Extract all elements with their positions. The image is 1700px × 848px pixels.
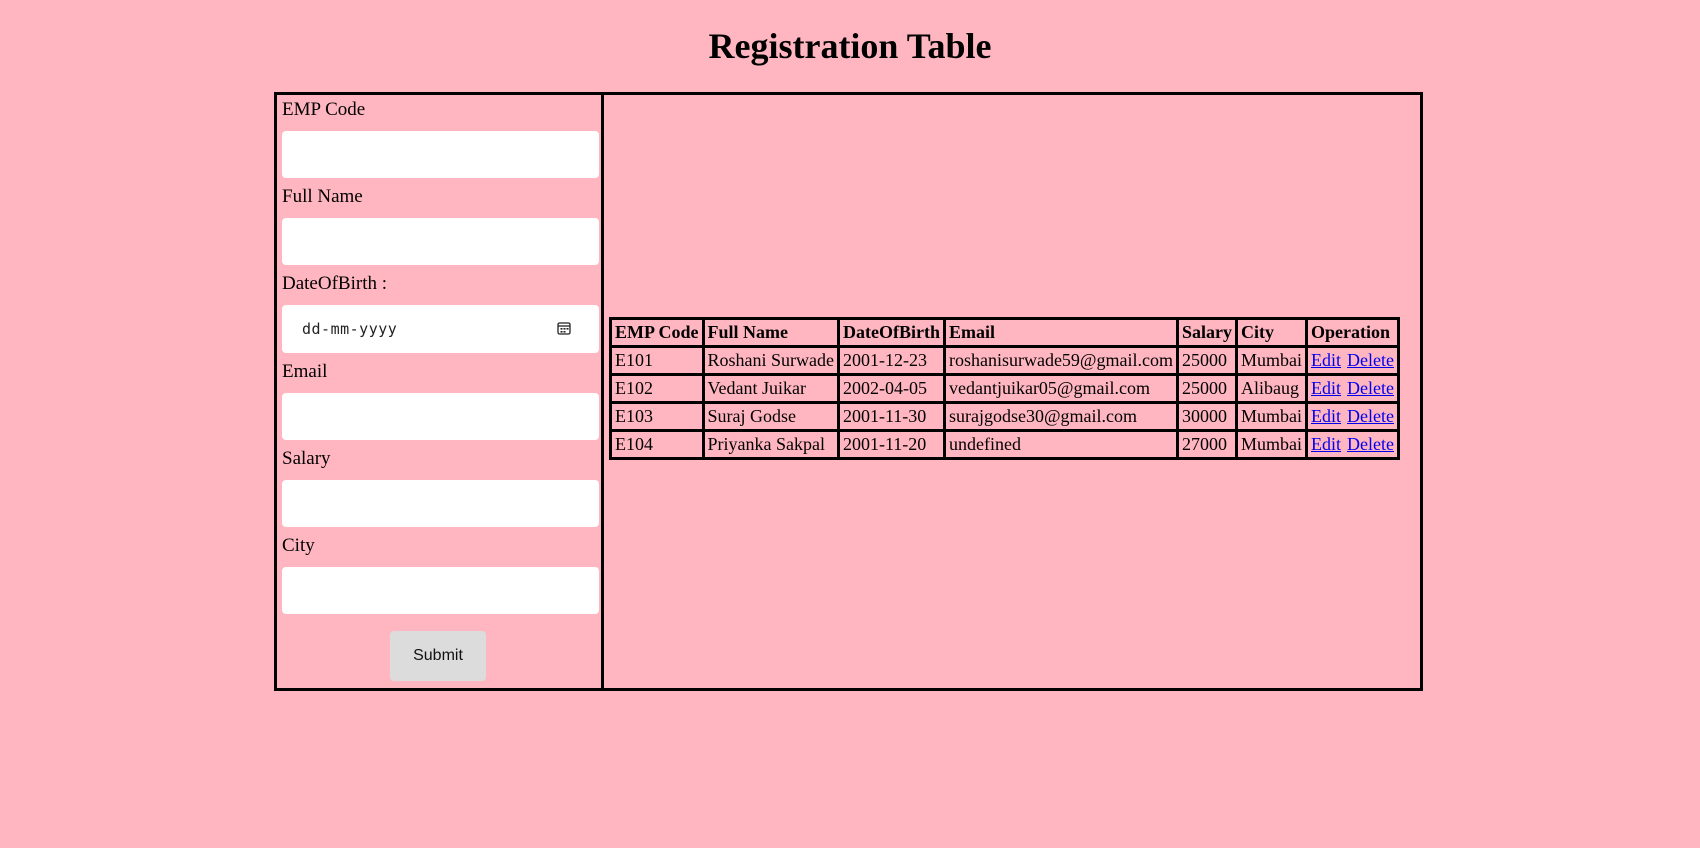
cell-operation: Edit Delete (1305, 345, 1400, 376)
submit-button[interactable]: Submit (390, 631, 486, 681)
cell-full-name: Priyanka Sakpal (701, 429, 840, 460)
cell-city: Mumbai (1235, 429, 1309, 460)
registration-form: EMP Code Full Name DateOfBirth : Email S… (277, 95, 604, 688)
edit-link[interactable]: Edit (1311, 378, 1341, 398)
delete-link[interactable]: Delete (1347, 406, 1394, 426)
edit-link[interactable]: Edit (1311, 406, 1341, 426)
cell-city: Alibaug (1235, 373, 1309, 404)
cell-city: Mumbai (1235, 401, 1309, 432)
email-input[interactable] (282, 393, 599, 440)
table-row: E101 Roshani Surwade 2001-12-23 roshanis… (609, 345, 1400, 376)
table-header-row: EMP Code Full Name DateOfBirth Email Sal… (609, 317, 1400, 348)
dob-input[interactable] (282, 305, 599, 353)
header-operation: Operation (1305, 317, 1400, 348)
page-title: Registration Table (708, 26, 992, 66)
cell-full-name: Suraj Godse (701, 401, 840, 432)
registration-layout-table: EMP Code Full Name DateOfBirth : Email S… (274, 92, 1423, 691)
cell-full-name: Vedant Juikar (701, 373, 840, 404)
cell-full-name: Roshani Surwade (701, 345, 840, 376)
employee-table: EMP Code Full Name DateOfBirth Email Sal… (609, 317, 1400, 460)
emp-code-input[interactable] (282, 131, 599, 178)
edit-link[interactable]: Edit (1311, 434, 1341, 454)
cell-operation: Edit Delete (1305, 373, 1400, 404)
cell-operation: Edit Delete (1305, 401, 1400, 432)
full-name-label: Full Name (282, 186, 363, 207)
salary-label: Salary (282, 448, 331, 469)
cell-salary: 30000 (1175, 401, 1239, 432)
full-name-input[interactable] (282, 218, 599, 265)
delete-link[interactable]: Delete (1347, 434, 1394, 454)
emp-code-label: EMP Code (282, 99, 366, 120)
cell-dob: 2002-04-05 (836, 373, 946, 404)
cell-salary: 27000 (1175, 429, 1239, 460)
delete-link[interactable]: Delete (1347, 378, 1394, 398)
salary-input[interactable] (282, 480, 599, 527)
cell-dob: 2001-11-20 (836, 429, 946, 460)
cell-city: Mumbai (1235, 345, 1309, 376)
edit-link[interactable]: Edit (1311, 350, 1341, 370)
cell-emp-code: E103 (609, 401, 705, 432)
cell-emp-code: E104 (609, 429, 705, 460)
cell-dob: 2001-11-30 (836, 401, 946, 432)
cell-operation: Edit Delete (1305, 429, 1400, 460)
header-emp-code: EMP Code (609, 317, 705, 348)
header-salary: Salary (1175, 317, 1239, 348)
email-label: Email (282, 361, 328, 382)
cell-email: roshanisurwade59@gmail.com (942, 345, 1180, 376)
cell-emp-code: E101 (609, 345, 705, 376)
header-dob: DateOfBirth (836, 317, 946, 348)
table-row: E102 Vedant Juikar 2002-04-05 vedantjuik… (609, 373, 1400, 404)
dob-label: DateOfBirth : (282, 273, 388, 294)
cell-email: surajgodse30@gmail.com (942, 401, 1180, 432)
cell-salary: 25000 (1175, 373, 1239, 404)
header-email: Email (942, 317, 1180, 348)
calendar-icon[interactable] (557, 321, 571, 335)
table-row: E103 Suraj Godse 2001-11-30 surajgodse30… (609, 401, 1400, 432)
cell-email: undefined (942, 429, 1180, 460)
cell-email: vedantjuikar05@gmail.com (942, 373, 1180, 404)
delete-link[interactable]: Delete (1347, 350, 1394, 370)
cell-salary: 25000 (1175, 345, 1239, 376)
table-row: E104 Priyanka Sakpal 2001-11-20 undefine… (609, 429, 1400, 460)
header-city: City (1235, 317, 1309, 348)
cell-dob: 2001-12-23 (836, 345, 946, 376)
cell-emp-code: E102 (609, 373, 705, 404)
header-full-name: Full Name (701, 317, 840, 348)
city-input[interactable] (282, 567, 599, 614)
city-label: City (282, 535, 315, 556)
